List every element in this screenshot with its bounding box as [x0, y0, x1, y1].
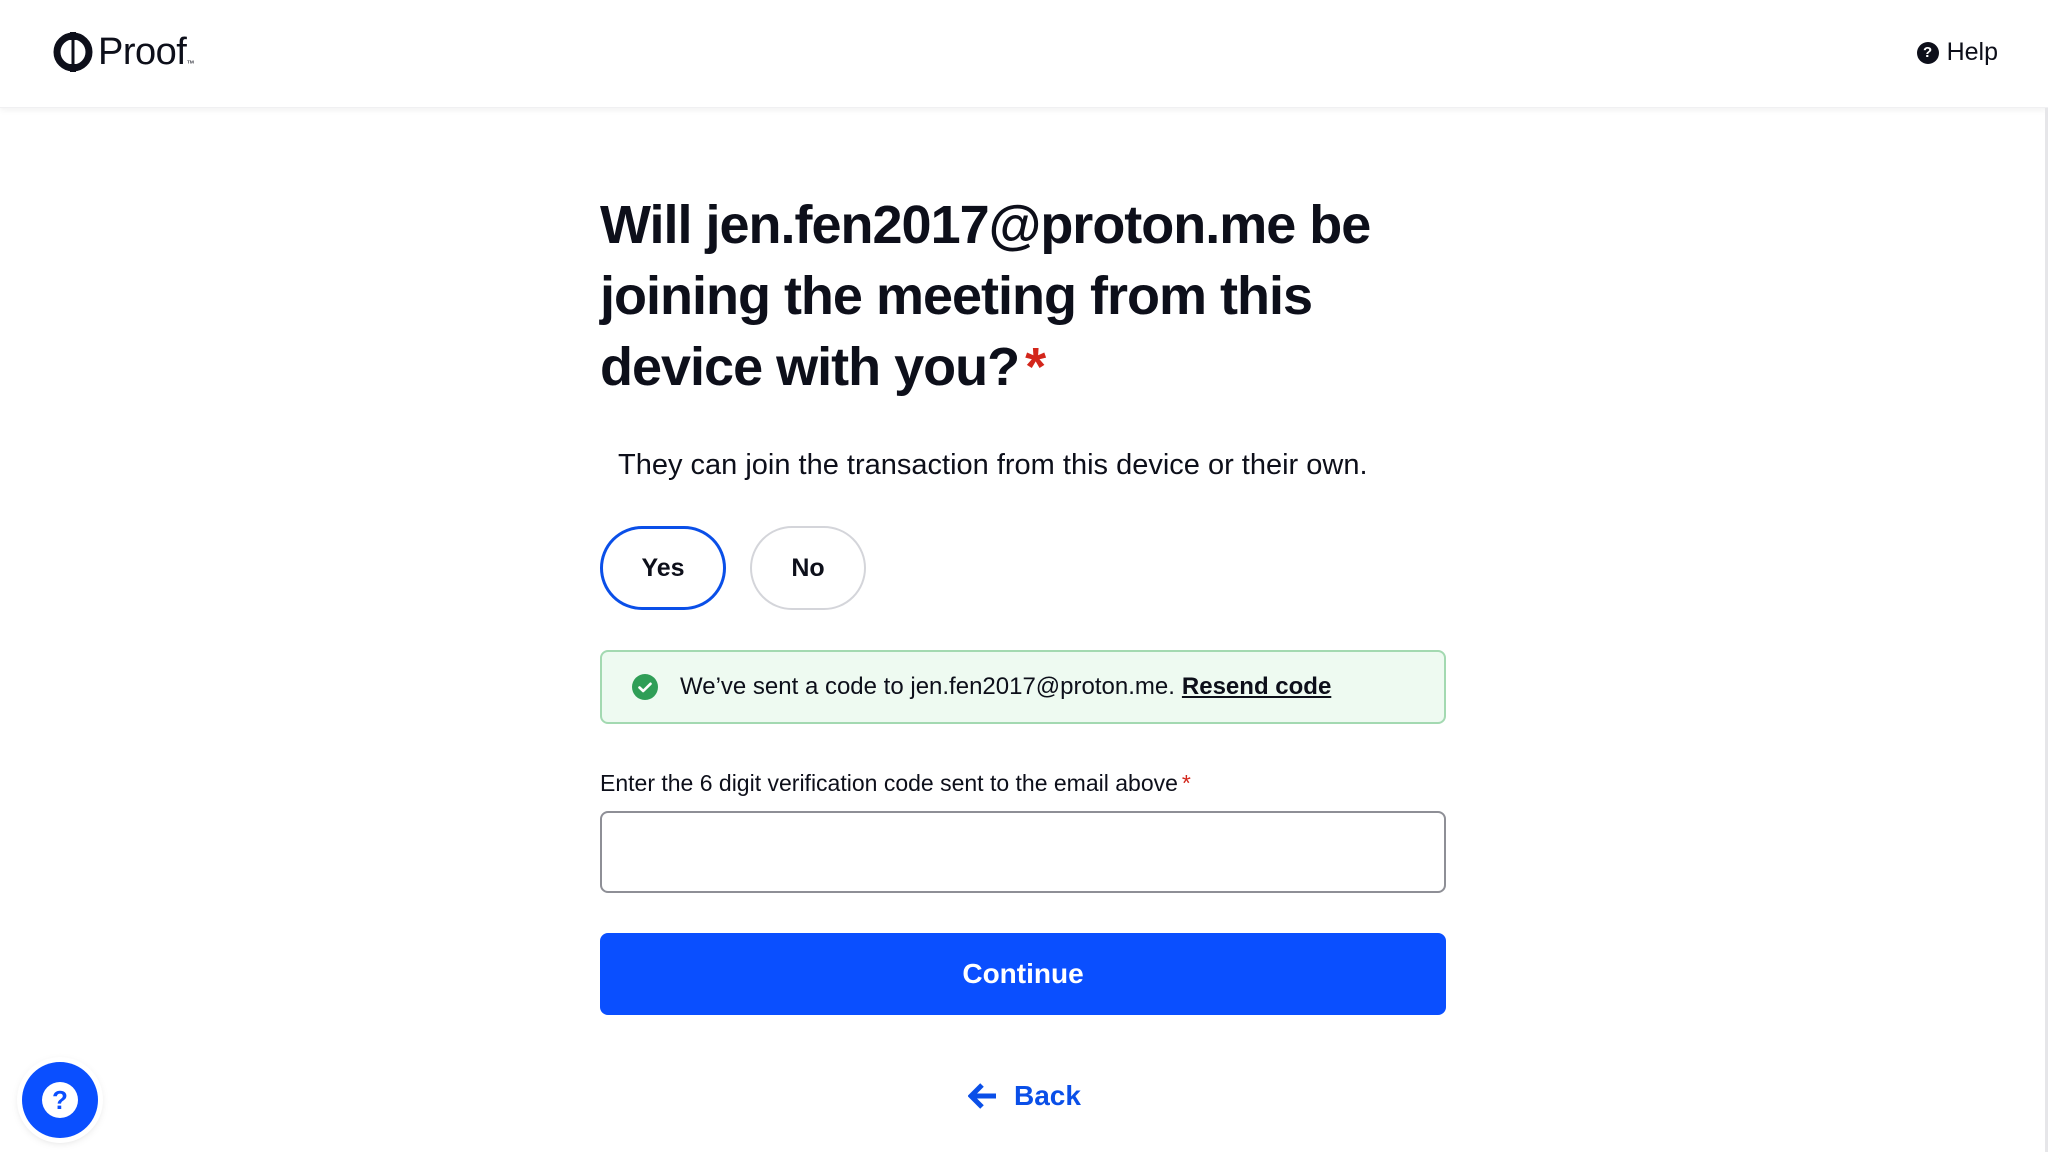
page-subtitle: They can join the transaction from this …	[618, 449, 1368, 481]
help-icon: ?	[1916, 41, 1939, 64]
main-content: Will jen.fen2017@proton.me be joining th…	[600, 190, 1446, 1015]
code-field-label-text: Enter the 6 digit verification code sent…	[600, 770, 1178, 796]
yes-option-button[interactable]: Yes	[600, 526, 726, 610]
resend-code-link[interactable]: Resend code	[1182, 673, 1331, 701]
brand-name: Proof	[98, 30, 187, 73]
join-choice-group: Yes No	[600, 526, 1446, 610]
required-asterisk: *	[1181, 770, 1191, 796]
continue-button[interactable]: Continue	[600, 933, 1446, 1015]
top-bar: Proof ™ ? Help	[0, 0, 2048, 108]
required-asterisk: *	[1025, 337, 1046, 397]
proof-logo-mark-icon	[53, 32, 93, 72]
help-label: Help	[1946, 38, 1998, 66]
back-label: Back	[1014, 1080, 1081, 1111]
arrow-left-icon	[968, 1083, 996, 1109]
check-circle-icon	[632, 674, 658, 700]
code-sent-alert: We’ve sent a code to jen.fen2017@proton.…	[600, 650, 1446, 724]
help-link[interactable]: ? Help	[1916, 38, 1998, 67]
alert-message: We’ve sent a code to jen.fen2017@proton.…	[680, 673, 1175, 700]
page-title: Will jen.fen2017@proton.me be joining th…	[600, 190, 1446, 403]
back-button[interactable]: Back	[968, 1080, 1081, 1112]
brand-trademark: ™	[186, 58, 195, 68]
code-field-label: Enter the 6 digit verification code sent…	[600, 770, 1446, 797]
proof-logo[interactable]: Proof ™	[52, 30, 194, 74]
support-help-button[interactable]: ?	[22, 1062, 98, 1138]
page-title-text: Will jen.fen2017@proton.me be joining th…	[600, 195, 1371, 397]
no-option-button[interactable]: No	[750, 526, 866, 610]
question-icon: ?	[42, 1082, 78, 1118]
verification-code-input[interactable]	[600, 811, 1446, 893]
